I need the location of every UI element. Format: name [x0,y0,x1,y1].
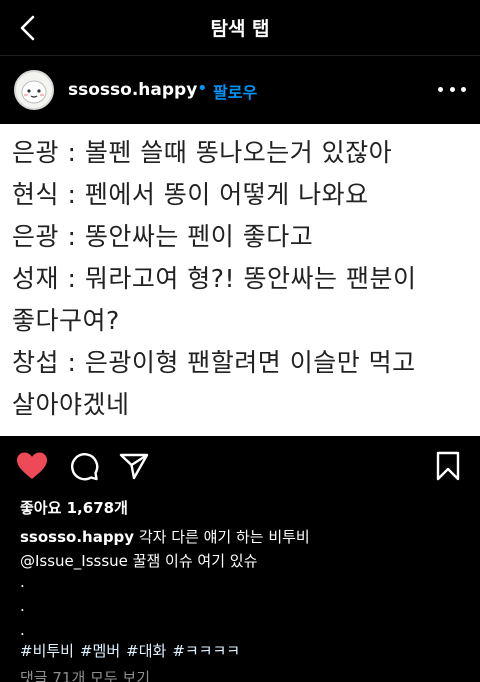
post-image[interactable]: 은광 : 볼펜 쓸때 똥나오는거 있잖아 현식 : 펜에서 똥이 어떻게 나와요… [0,124,480,436]
caption-line: @Issue_Isssue 꿀잼 이슈 여기 있슈 [20,552,258,570]
post-header: ssosso.happy • 팔로우 [0,56,480,124]
more-icon [449,86,455,92]
more-icon [461,86,466,92]
image-text-line: 은광 : 볼펜 쓸때 똥나오는거 있잖아 [12,138,393,167]
share-button[interactable] [118,450,150,482]
image-text-line: 은광 : 똥안싸는 펜이 좋다고 [12,222,314,251]
avatar[interactable] [14,70,54,110]
image-text-line: 성재 : 뭐라고여 형?! 똥안싸는 팬분이 [12,264,417,293]
hashtag-link[interactable]: #비투비 [20,642,74,660]
view-comments-link[interactable]: 댓글 71개 모두 보기 [20,667,150,682]
caption-dot: . [20,621,25,639]
caption-dot: . [20,597,25,615]
save-button[interactable] [432,450,464,482]
image-text-line: 살아야겠네 [12,390,130,419]
caption-dot: . [20,573,25,591]
post-username[interactable]: ssosso.happy [68,80,197,100]
comment-button[interactable] [68,450,100,482]
follow-button[interactable]: 팔로우 [213,79,257,103]
more-icon [438,86,443,92]
send-icon [119,453,149,480]
caption-text: 각자 다른 얘기 하는 비투비 [138,528,310,546]
more-options-button[interactable] [438,78,466,100]
bookmark-icon [436,451,460,481]
hashtag-link[interactable]: #ㅋㅋㅋㅋ [172,642,240,660]
comment-icon [71,453,99,481]
separator-dot: • [197,78,208,99]
hashtag-link[interactable]: #멤버 [80,642,120,660]
page-title: 탐색 탭 [210,18,270,40]
image-text-line: 현식 : 펜에서 똥이 어떻게 나와요 [12,180,369,209]
caption-username[interactable]: ssosso.happy [20,528,134,546]
image-text-line: 창섭 : 은광이형 팬할려면 이슬만 먹고 [12,348,416,377]
like-button[interactable] [16,450,48,482]
likes-count[interactable]: 좋아요 1,678개 [20,497,128,518]
top-bar: 탐색 탭 [0,0,480,56]
avatar-character-icon [21,80,47,104]
hashtag-link[interactable]: #대화 [126,642,166,660]
post-actions [0,436,480,494]
caption: ssosso.happy 각자 다른 얘기 하는 비투비 @Issue_Isss… [20,525,470,573]
image-text-line: 좋다구여? [12,306,120,335]
heart-icon [17,452,47,479]
hashtags: #비투비 #멤버 #대화 #ㅋㅋㅋㅋ [20,640,246,661]
